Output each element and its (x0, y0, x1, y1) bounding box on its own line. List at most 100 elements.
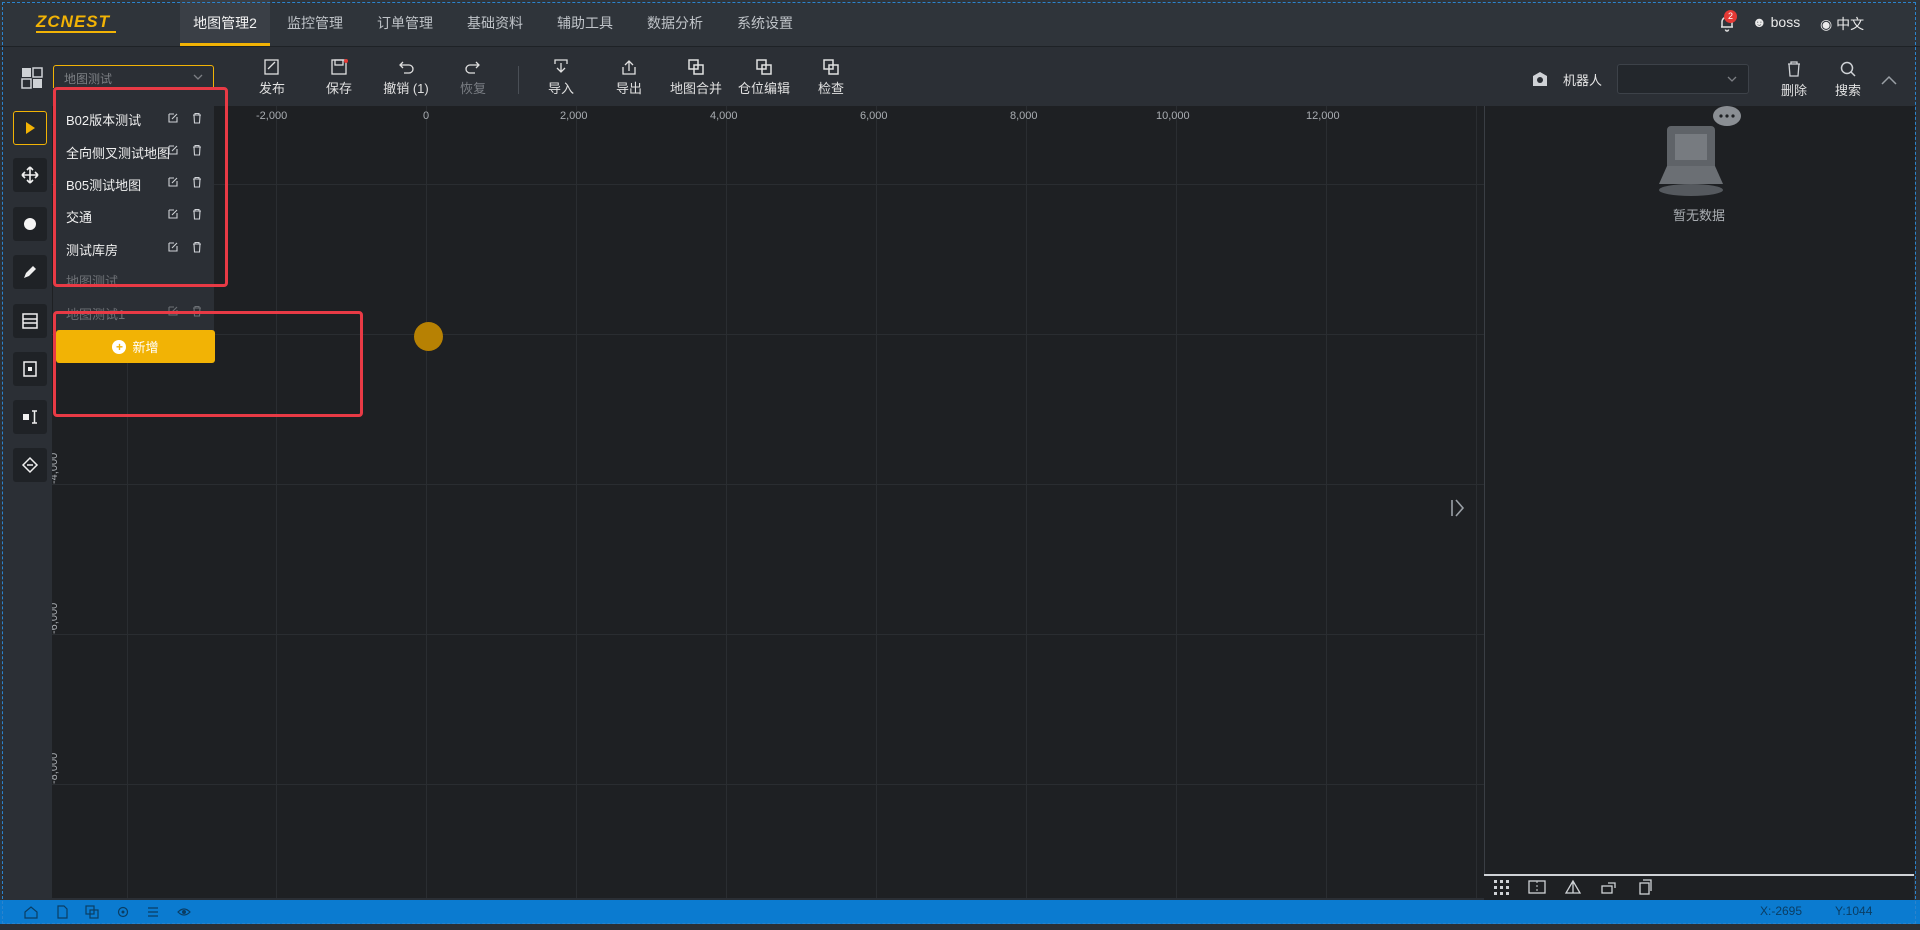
grid-line (1326, 106, 1327, 898)
user-menu[interactable]: ☻ boss (1752, 14, 1800, 30)
layers-icon[interactable] (85, 905, 99, 919)
x-tick: 4,000 (710, 110, 738, 122)
trash-icon[interactable] (191, 241, 203, 253)
station-tool[interactable] (13, 352, 47, 386)
redo-button[interactable]: 恢复 (447, 58, 499, 97)
dropdown-item[interactable]: B02版本测试 (66, 110, 141, 129)
user-icon: ☻ (1752, 14, 1767, 30)
label-tool[interactable] (13, 400, 47, 434)
tab-system-settings[interactable]: 系统设置 (725, 0, 805, 46)
rotate-icon[interactable] (1600, 879, 1618, 895)
move-tool[interactable] (13, 158, 47, 192)
dropdown-item[interactable]: 测试库房 (66, 240, 118, 259)
map-merge-button[interactable]: 地图合并 (667, 58, 725, 97)
x-tick: 12,000 (1306, 110, 1340, 122)
chevron-down-icon (1727, 76, 1737, 82)
dropdown-item[interactable]: 全向侧叉测试地图 (66, 143, 170, 162)
edit-icon[interactable] (167, 176, 179, 188)
grid-line (52, 484, 1484, 485)
import-label: 导入 (547, 81, 574, 96)
select-tool[interactable] (13, 111, 47, 145)
layout-icon[interactable] (20, 66, 44, 90)
robot-icon (1533, 72, 1547, 86)
copy-icon[interactable] (1636, 879, 1654, 895)
chevron-down-icon (193, 74, 203, 80)
pen-icon (24, 266, 36, 278)
add-map-button[interactable]: + 新增 (56, 330, 215, 363)
text-tool-icon (23, 410, 37, 424)
import-icon (554, 59, 568, 73)
dropdown-item[interactable]: 地图测试 (66, 271, 118, 290)
publish-button[interactable]: 发布 (246, 58, 298, 97)
tab-data-analysis[interactable]: 数据分析 (635, 0, 715, 46)
slot-edit-icon (756, 59, 772, 75)
point-tool[interactable] (13, 207, 47, 241)
map-canvas[interactable]: -2,000 0 2,000 4,000 6,000 8,000 10,000 … (52, 106, 1484, 898)
coord-y: Y:1044 (1835, 904, 1873, 918)
expand-panel-icon[interactable] (1449, 497, 1465, 519)
grid-line (576, 106, 577, 898)
slot-edit-button[interactable]: 仓位编辑 (735, 58, 793, 97)
tab-aux-tools[interactable]: 辅助工具 (545, 0, 625, 46)
chevron-up-icon[interactable] (1880, 74, 1898, 86)
edit-icon[interactable] (167, 241, 179, 253)
home-icon[interactable] (24, 905, 38, 919)
save-button[interactable]: 保存 (313, 58, 365, 97)
edit-icon[interactable] (167, 144, 179, 156)
split-view-icon[interactable] (1528, 879, 1546, 895)
station-icon (23, 361, 37, 377)
add-map-label: 新增 (132, 340, 159, 355)
notification-badge: 2 (1724, 10, 1737, 23)
trash-icon[interactable] (191, 208, 203, 220)
export-label: 导出 (615, 81, 642, 96)
plus-icon: + (112, 339, 127, 354)
export-button[interactable]: 导出 (603, 58, 655, 97)
grid-line (1176, 106, 1177, 898)
edit-icon[interactable] (167, 305, 179, 317)
trash-icon[interactable] (191, 112, 203, 124)
grid-icon[interactable] (1493, 879, 1511, 895)
dropdown-item[interactable]: 交通 (66, 207, 92, 226)
undo-button[interactable]: 撤销 (1) (380, 58, 432, 97)
area-icon (21, 456, 39, 474)
language-switch[interactable]: ◉ 中文 (1820, 14, 1864, 34)
list-icon[interactable] (146, 905, 160, 919)
tab-monitoring[interactable]: 监控管理 (275, 0, 355, 46)
check-button[interactable]: 检查 (805, 58, 857, 97)
map-merge-label: 地图合并 (669, 81, 722, 96)
tab-map-management[interactable]: 地图管理2 (180, 0, 270, 46)
import-button[interactable]: 导入 (535, 58, 587, 97)
check-label: 检查 (817, 81, 844, 96)
search-label: 搜索 (1834, 83, 1861, 98)
grid-line (876, 106, 877, 898)
origin-marker[interactable] (414, 322, 443, 351)
dropdown-item[interactable]: B05测试地图 (66, 175, 141, 194)
grid-line (52, 634, 1484, 635)
trash-icon[interactable] (191, 176, 203, 188)
x-tick: 8,000 (1010, 110, 1038, 122)
tab-basic-data[interactable]: 基础资料 (455, 0, 535, 46)
move-icon (21, 166, 39, 184)
eye-icon[interactable] (177, 905, 191, 919)
area-tool[interactable] (13, 448, 47, 482)
shelf-tool[interactable] (13, 304, 47, 338)
language-label: 中文 (1836, 16, 1865, 32)
trash-icon[interactable] (191, 144, 203, 156)
trash-icon[interactable] (191, 305, 203, 317)
tab-orders[interactable]: 订单管理 (365, 0, 445, 46)
publish-label: 发布 (258, 81, 285, 96)
gear-icon[interactable] (116, 905, 130, 919)
coord-x: X:-2695 (1760, 904, 1803, 918)
delete-button[interactable]: 删除 (1768, 60, 1820, 99)
search-button[interactable]: 搜索 (1822, 60, 1874, 99)
right-panel-bottombar (1484, 874, 1914, 902)
edit-icon[interactable] (167, 208, 179, 220)
grid-line (52, 334, 1484, 335)
edit-icon[interactable] (167, 112, 179, 124)
file-icon[interactable] (55, 905, 69, 919)
pen-tool[interactable] (13, 255, 47, 289)
mirror-icon[interactable] (1564, 879, 1582, 895)
y-tick: -4,000 (52, 452, 60, 484)
dropdown-item[interactable]: 地图测试1 (66, 304, 125, 323)
save-label: 保存 (325, 81, 352, 96)
